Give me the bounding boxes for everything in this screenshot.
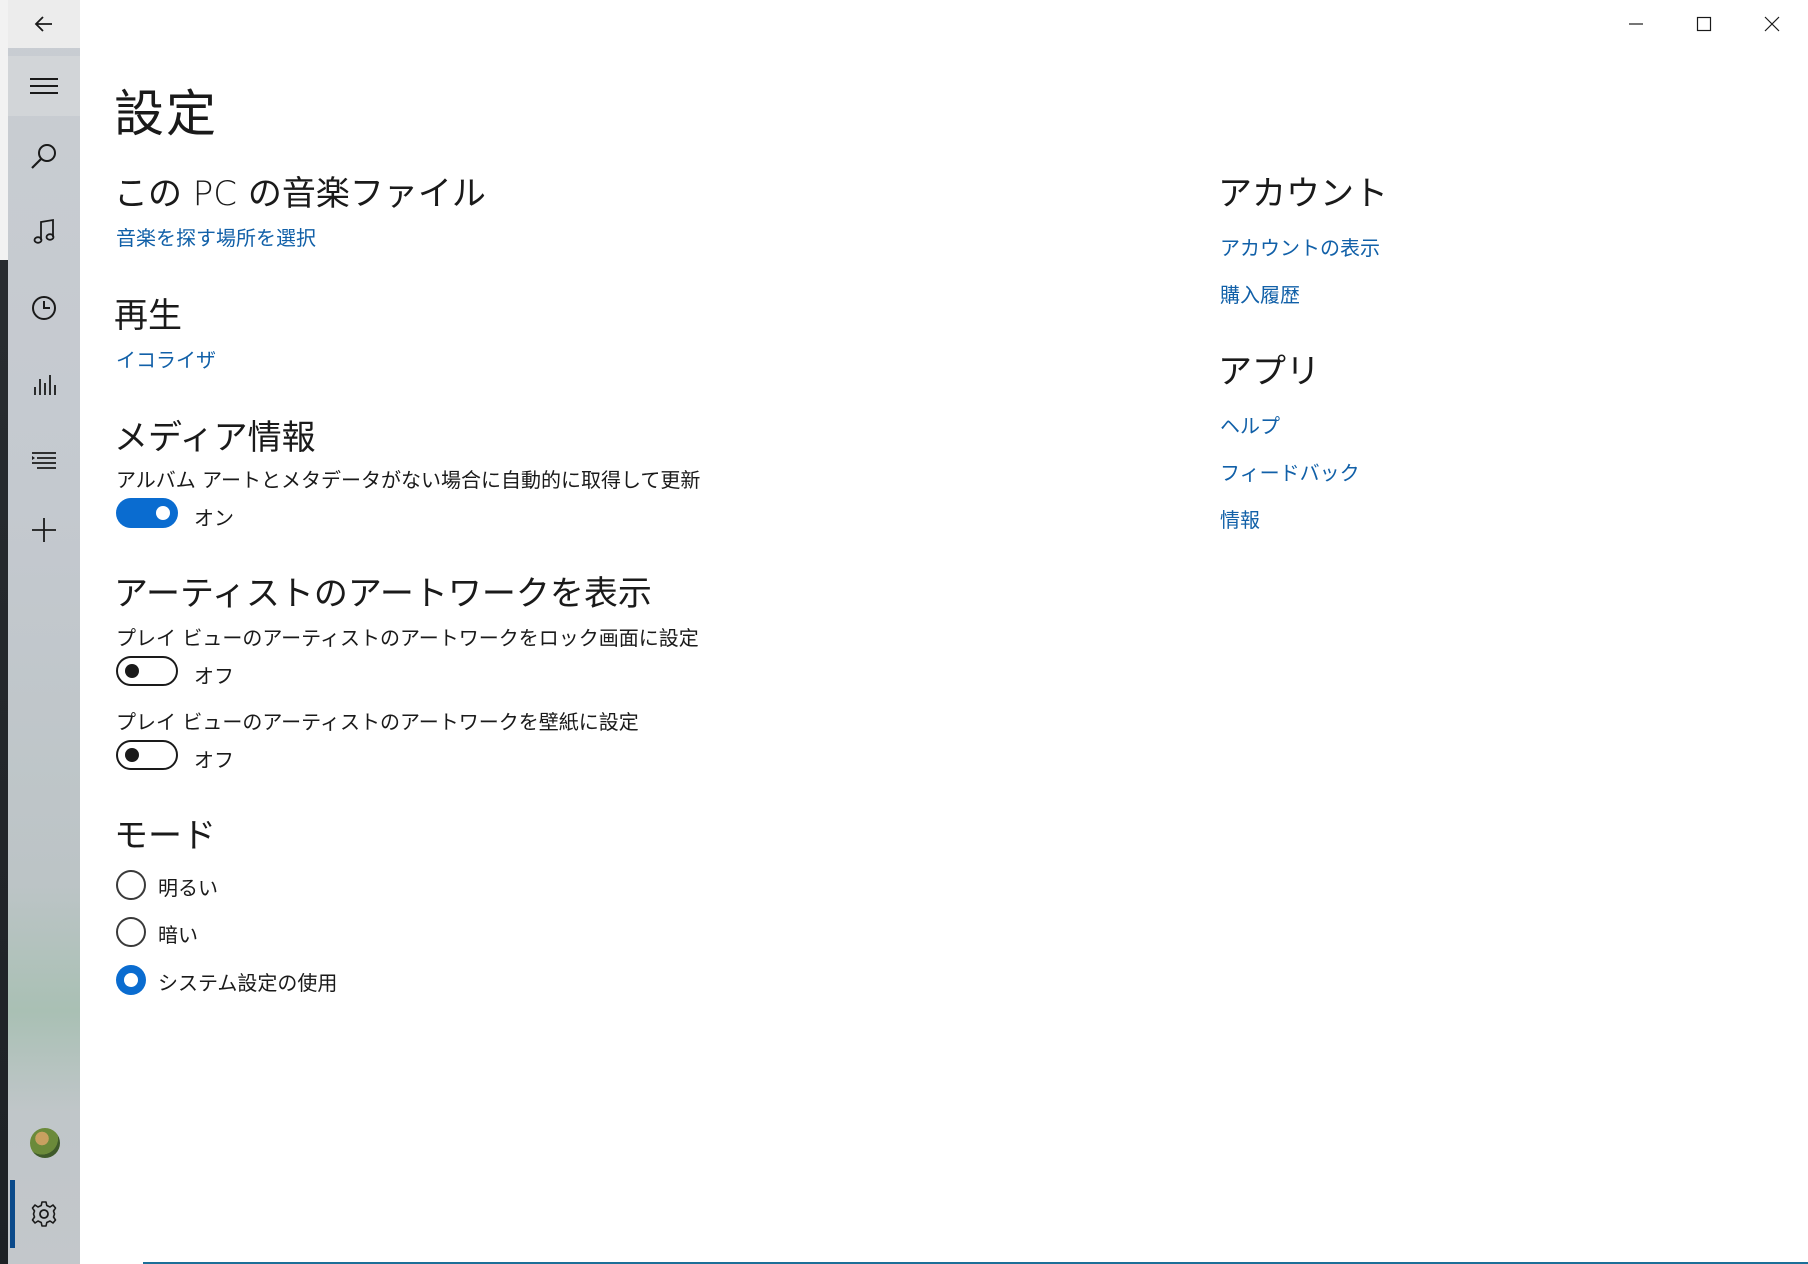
back-button[interactable] (8, 0, 80, 48)
desktop-edge-top (0, 0, 8, 260)
new-playlist-button[interactable] (8, 500, 80, 560)
minimize-button[interactable] (1602, 0, 1670, 48)
media-info-description: アルバム アートとメタデータがない場合に自動的に取得して更新 (116, 468, 701, 492)
app-heading: アプリ (1218, 352, 1320, 392)
choose-music-location-link[interactable]: 音楽を探す場所を選択 (116, 222, 316, 251)
lock-screen-artwork-label: プレイ ビューのアーティストのアートワークをロック画面に設定 (116, 626, 699, 650)
mode-light-label[interactable]: 明るい (158, 872, 218, 901)
add-icon (32, 518, 56, 542)
hamburger-icon (30, 78, 58, 94)
chart-icon (34, 375, 56, 395)
playlist-icon (32, 452, 56, 469)
mode-system-label[interactable]: システム設定の使用 (158, 967, 337, 996)
about-link[interactable]: 情報 (1220, 504, 1260, 533)
back-arrow-icon (34, 16, 52, 32)
media-info-toggle[interactable] (116, 498, 178, 528)
view-account-link[interactable]: アカウントの表示 (1220, 232, 1380, 261)
maximize-button[interactable] (1670, 0, 1738, 48)
minimize-icon (1629, 23, 1643, 25)
navigation-pane (8, 0, 80, 1264)
playlists-button[interactable] (8, 430, 80, 490)
gear-icon (31, 1201, 57, 1227)
mode-heading: モード (114, 816, 216, 856)
lock-screen-artwork-toggle[interactable] (116, 656, 178, 686)
search-button[interactable] (8, 126, 80, 186)
settings-button[interactable] (8, 1184, 80, 1244)
recent-plays-button[interactable] (8, 278, 80, 338)
wallpaper-artwork-state: オフ (194, 748, 234, 772)
search-icon (31, 144, 56, 169)
playback-heading: 再生 (114, 296, 182, 336)
my-music-button[interactable] (8, 202, 80, 262)
equalizer-link[interactable]: イコライザ (116, 344, 216, 373)
media-info-heading: メディア情報 (114, 418, 316, 458)
feedback-link[interactable]: フィードバック (1220, 457, 1360, 486)
help-link[interactable]: ヘルプ (1220, 410, 1280, 439)
artist-artwork-heading: アーティストのアートワークを表示 (114, 574, 652, 614)
purchase-history-link[interactable]: 購入履歴 (1220, 279, 1300, 308)
account-heading: アカウント (1218, 174, 1388, 214)
now-playing-button[interactable] (8, 354, 80, 414)
maximize-icon (1696, 16, 1712, 32)
clock-icon (32, 296, 56, 320)
mode-dark-label[interactable]: 暗い (158, 919, 198, 948)
media-info-toggle-state: オン (194, 506, 234, 530)
page-title: 設定 (114, 85, 218, 143)
hamburger-button[interactable] (8, 56, 80, 116)
wallpaper-artwork-label: プレイ ビューのアーティストのアートワークを壁紙に設定 (116, 710, 639, 734)
lock-screen-artwork-state: オフ (194, 664, 234, 688)
music-note-icon (33, 218, 55, 244)
mode-dark-radio[interactable] (116, 917, 146, 947)
wallpaper-artwork-toggle[interactable] (116, 740, 178, 770)
close-button[interactable] (1738, 0, 1806, 48)
mode-system-radio[interactable] (116, 965, 146, 995)
music-files-heading: この PC の音楽ファイル (114, 174, 486, 214)
avatar[interactable] (30, 1128, 60, 1158)
mode-light-radio[interactable] (116, 870, 146, 900)
close-icon (1764, 16, 1780, 32)
